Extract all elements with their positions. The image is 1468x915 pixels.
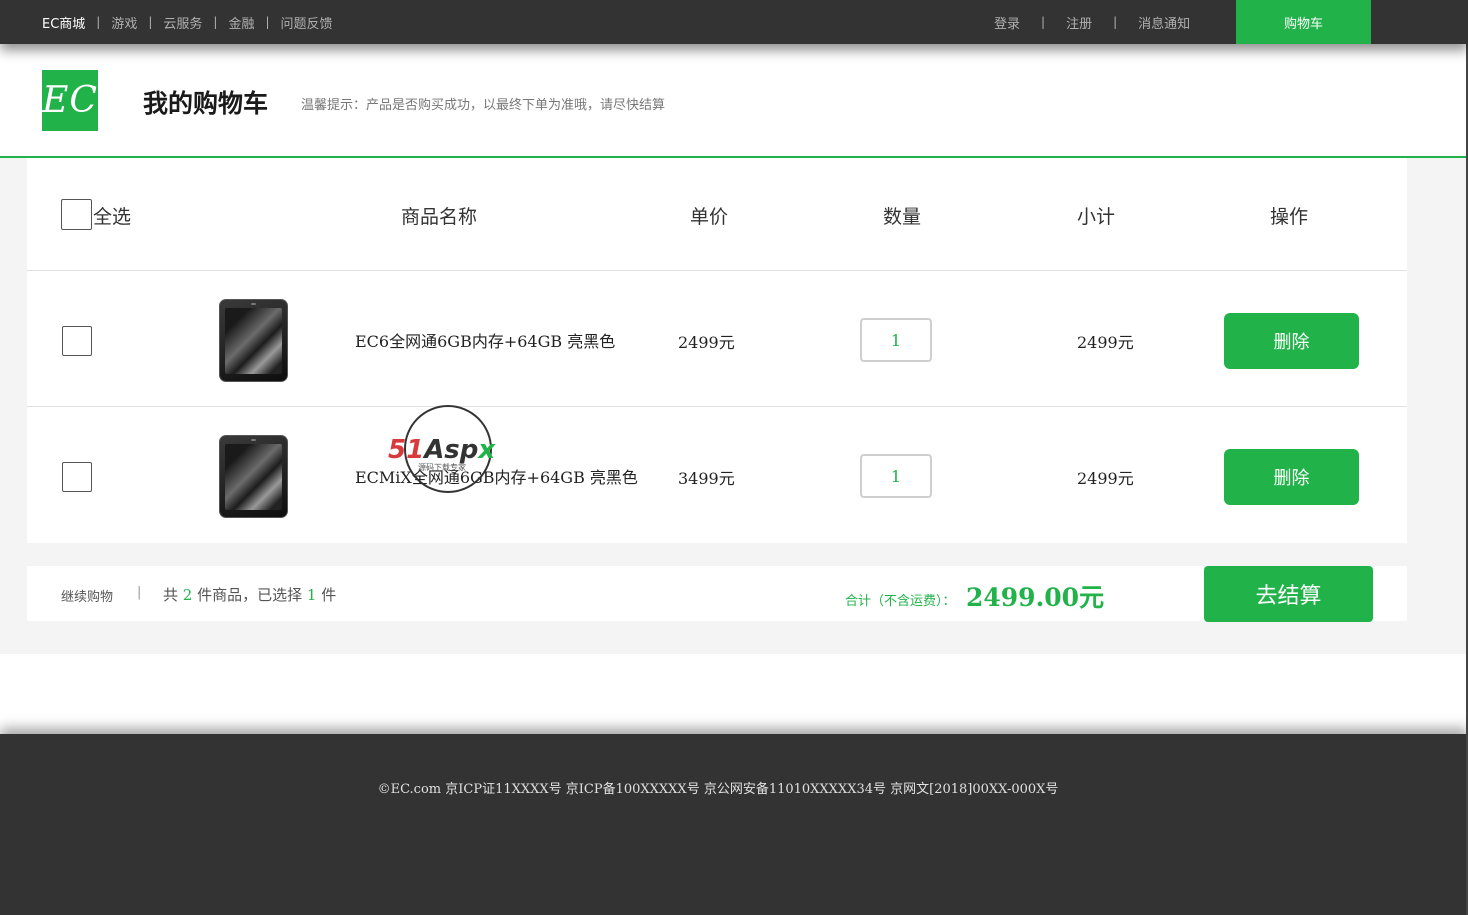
item-count-text: 共 2 件商品，已选择 1 件 xyxy=(163,584,336,605)
summary-separator: | xyxy=(137,585,142,600)
column-header-action: 操作 xyxy=(1270,206,1309,228)
table-row: EC6全网通6GB内存+64GB 亮黑色 2499元 1 2499元 删除 xyxy=(27,271,1407,407)
copyright-text: ©EC.com 京ICP证11XXXX号 京ICP备100XXXXX号 京公网安… xyxy=(377,782,1059,797)
cart-summary-bar: 继续购物 | 共 2 件商品，已选择 1 件 合计（不含运费）： 2499.00… xyxy=(27,566,1407,622)
count-prefix: 共 xyxy=(163,586,179,604)
quantity-input[interactable]: 1 xyxy=(860,318,932,362)
top-nav-bar: EC商城 | 游戏 | 云服务 | 金融 | 问题反馈 登录 | 注册 | 消息… xyxy=(0,0,1468,44)
product-thumbnail[interactable] xyxy=(219,299,288,382)
login-link[interactable]: 登录 xyxy=(994,13,1020,32)
count-suffix: 件 xyxy=(321,586,337,604)
nav-separator: | xyxy=(213,15,218,29)
cart-button[interactable]: 购物车 xyxy=(1236,0,1371,44)
warm-tip: 温馨提示：产品是否购买成功，以最终下单为准哦，请尽快结算 xyxy=(301,98,666,113)
top-nav-right: 登录 | 注册 | 消息通知 xyxy=(994,0,1190,44)
nav-separator: | xyxy=(1041,15,1046,29)
delete-button[interactable]: 删除 xyxy=(1224,449,1359,505)
select-all-checkbox[interactable] xyxy=(61,199,92,230)
nav-home-link[interactable]: EC商城 xyxy=(42,13,85,32)
messages-link[interactable]: 消息通知 xyxy=(1138,13,1190,32)
unit-price: 2499元 xyxy=(678,333,735,352)
table-header: 全选 商品名称 单价 数量 小计 操作 xyxy=(27,158,1407,271)
product-name[interactable]: ECMiX全网通6GB内存+64GB 亮黑色 xyxy=(355,464,638,488)
nav-separator: | xyxy=(265,15,270,29)
nav-feedback-link[interactable]: 问题反馈 xyxy=(281,13,333,32)
row-subtotal: 2499元 xyxy=(1077,469,1134,488)
nav-separator: | xyxy=(96,15,101,29)
delete-button[interactable]: 删除 xyxy=(1224,313,1359,369)
nav-finance-link[interactable]: 金融 xyxy=(228,13,254,32)
column-header-subtotal: 小计 xyxy=(1077,206,1116,228)
ec-logo[interactable]: EC xyxy=(42,70,98,131)
quantity-input[interactable]: 1 xyxy=(860,454,932,498)
total-amount: 2499.00元 xyxy=(966,583,1105,612)
product-name[interactable]: EC6全网通6GB内存+64GB 亮黑色 xyxy=(355,328,615,352)
page-title: 我的购物车 xyxy=(143,89,269,118)
nav-games-link[interactable]: 游戏 xyxy=(111,13,137,32)
page-header: EC 我的购物车 温馨提示：产品是否购买成功，以最终下单为准哦，请尽快结算 xyxy=(0,44,1468,158)
cart-table: 全选 商品名称 单价 数量 小计 操作 EC6全网通6GB内存+64GB 亮黑色… xyxy=(27,158,1407,543)
register-link[interactable]: 注册 xyxy=(1066,13,1092,32)
column-header-quantity: 数量 xyxy=(883,206,922,228)
unit-price: 3499元 xyxy=(678,469,735,488)
nav-separator: | xyxy=(148,15,153,29)
table-row: ECMiX全网通6GB内存+64GB 亮黑色 3499元 1 2499元 删除 xyxy=(27,407,1407,543)
count-middle: 件商品，已选择 xyxy=(197,586,303,604)
row-checkbox[interactable] xyxy=(62,326,92,356)
row-checkbox[interactable] xyxy=(62,462,92,492)
product-thumbnail[interactable] xyxy=(219,435,288,518)
row-subtotal: 2499元 xyxy=(1077,333,1134,352)
top-nav-left: EC商城 | 游戏 | 云服务 | 金融 | 问题反馈 xyxy=(42,0,333,44)
continue-shopping-link[interactable]: 继续购物 xyxy=(61,586,113,605)
nav-separator: | xyxy=(1113,15,1118,29)
column-header-name: 商品名称 xyxy=(401,206,478,228)
total-label: 合计（不含运费）： xyxy=(845,594,956,609)
checkout-button[interactable]: 去结算 xyxy=(1204,566,1373,622)
column-header-price: 单价 xyxy=(690,206,729,228)
cart-main: 全选 商品名称 单价 数量 小计 操作 EC6全网通6GB内存+64GB 亮黑色… xyxy=(0,158,1468,654)
nav-cloud-link[interactable]: 云服务 xyxy=(163,13,202,32)
total-count: 2 xyxy=(182,586,193,604)
select-all-label: 全选 xyxy=(93,206,132,228)
page-footer: ©EC.com 京ICP证11XXXX号 京ICP备100XXXXX号 京公网安… xyxy=(0,734,1468,915)
selected-count: 1 xyxy=(306,586,317,604)
